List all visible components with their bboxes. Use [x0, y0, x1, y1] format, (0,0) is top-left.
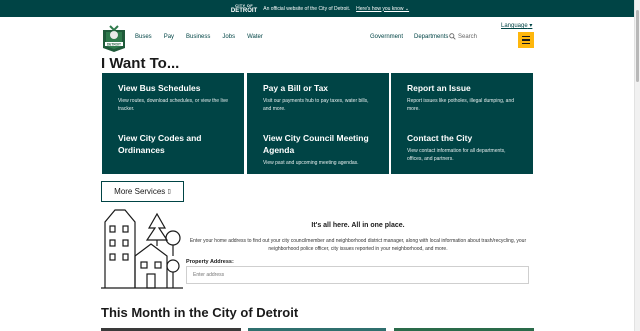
address-input[interactable] — [186, 266, 529, 284]
this-month-heading: This Month in the City of Detroit — [101, 305, 299, 320]
official-banner: CITY OF DETROIT An official website of t… — [0, 0, 640, 17]
tile-council-agenda[interactable]: View City Council Meeting Agenda View pa… — [247, 123, 389, 174]
tile-view-bus-schedules[interactable]: View Bus Schedules View routes, download… — [102, 73, 244, 124]
nav-water[interactable]: Water — [247, 34, 263, 40]
page-scrollbar[interactable] — [634, 0, 640, 331]
nav-buses[interactable]: Buses — [135, 34, 152, 40]
tile-city-codes[interactable]: View City Codes and Ordinances — [102, 123, 244, 174]
search-icon — [449, 33, 456, 40]
how-you-know-link[interactable]: Here's how you know ⌄ — [356, 6, 409, 12]
search-button[interactable]: Search — [449, 33, 477, 40]
secondary-nav: Government Departments — [370, 34, 448, 40]
nav-departments[interactable]: Departments — [414, 34, 448, 40]
official-website-text: An official website of the City of Detro… — [263, 5, 351, 12]
neighborhood-illustration — [101, 209, 183, 289]
more-services-button[interactable]: More Services ▯ — [101, 181, 184, 202]
address-heading: It's all here. All in one place. — [311, 222, 405, 229]
external-link-icon: ▯ — [167, 189, 171, 195]
nav-pay[interactable]: Pay — [164, 34, 174, 40]
address-description: Enter your home address to find out your… — [189, 238, 527, 252]
site-header: DETROIT Buses Pay Business Jobs Water Go… — [0, 18, 634, 56]
property-address-label: Property Address: — [186, 259, 234, 265]
tile-report-issue[interactable]: Report an Issue Report issues like potho… — [391, 73, 533, 124]
nav-jobs[interactable]: Jobs — [222, 34, 235, 40]
tile-pay-bill[interactable]: Pay a Bill or Tax Visit our payments hub… — [247, 73, 389, 124]
city-seal-logo[interactable]: DETROIT — [101, 24, 127, 52]
menu-button[interactable] — [518, 32, 534, 48]
city-of-detroit-wordmark[interactable]: CITY OF DETROIT — [231, 3, 257, 14]
primary-nav: Buses Pay Business Jobs Water — [135, 34, 263, 40]
tile-contact-city[interactable]: Contact the City View contact informatio… — [391, 123, 533, 174]
page-title: I Want To... — [101, 55, 180, 72]
scrollbar-thumb[interactable] — [636, 10, 639, 82]
hamburger-icon-line — [522, 36, 530, 38]
svg-text:DETROIT: DETROIT — [107, 43, 121, 47]
nav-business[interactable]: Business — [186, 34, 210, 40]
nav-government[interactable]: Government — [370, 34, 403, 40]
language-selector[interactable]: Language ▾ — [501, 22, 532, 29]
